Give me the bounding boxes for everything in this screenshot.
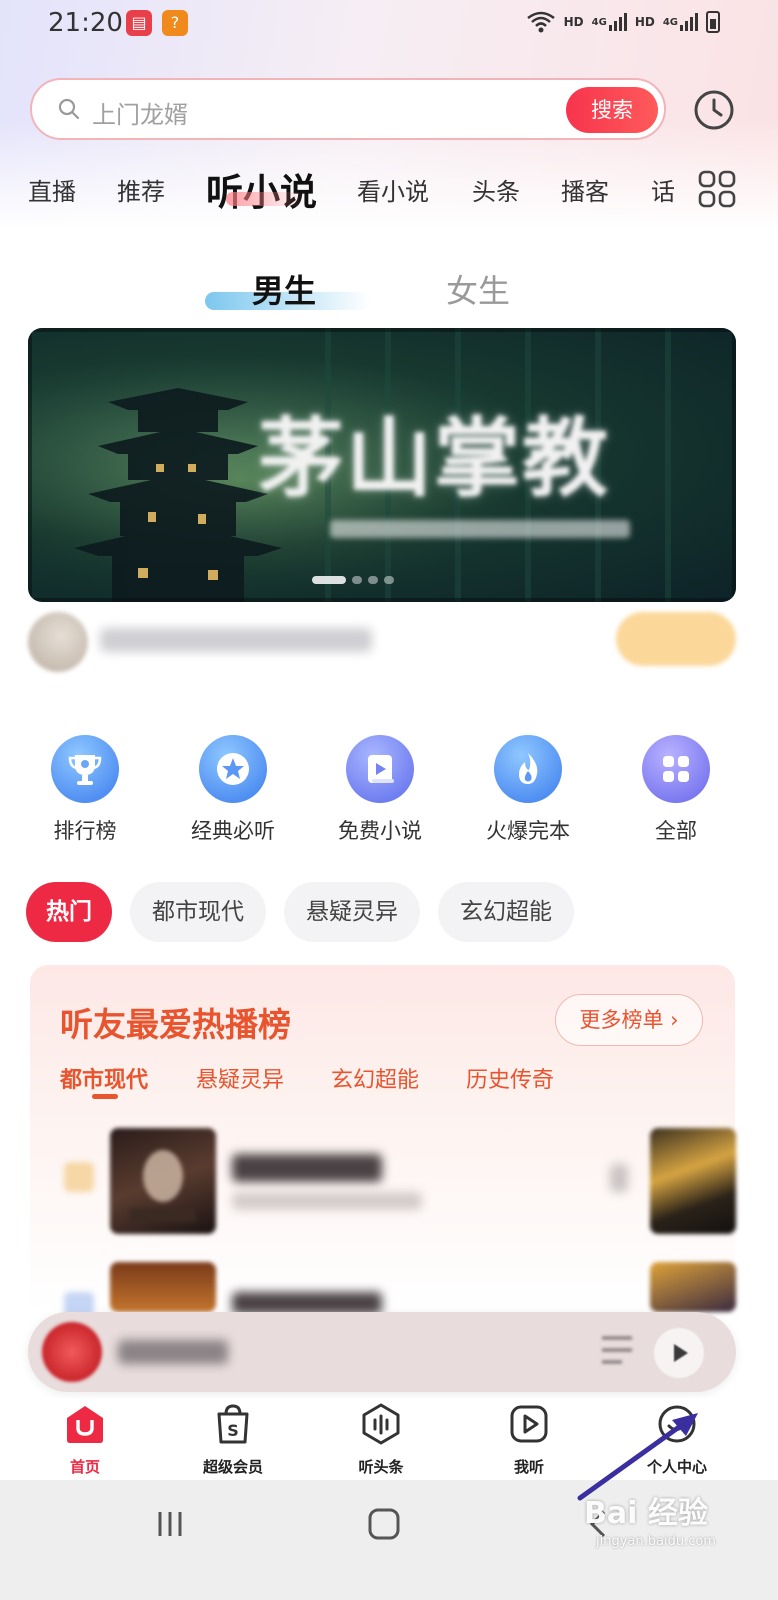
wifi-icon: [526, 11, 555, 33]
watermark-url: jingyan.baidu.com: [596, 1534, 716, 1549]
status-time: 21:20: [48, 8, 123, 38]
play-square-icon: [510, 1405, 548, 1443]
bottom-navigation: 首页 S 超级会员 听头条 我听 个人中心: [0, 1398, 778, 1480]
book-play-count: [610, 1164, 628, 1192]
star-icon: [199, 735, 267, 803]
channel-tabs: 直播 推荐 听小说 看小说 头条 播客 话: [0, 162, 778, 218]
tab-podcast[interactable]: 播客: [561, 172, 609, 207]
category-label: 免费小说: [338, 819, 422, 843]
category-all[interactable]: 全部: [616, 735, 736, 845]
tab-live[interactable]: 直播: [28, 172, 76, 207]
network-label: HD: [563, 15, 584, 29]
bottom-tab-audio-news[interactable]: 听头条: [326, 1402, 436, 1477]
trophy-icon: [51, 735, 119, 803]
bottom-tab-home[interactable]: 首页: [30, 1402, 140, 1477]
home-button-icon[interactable]: [364, 1504, 404, 1544]
banner-subtitle: [330, 520, 630, 538]
play-button[interactable]: [654, 1328, 704, 1378]
tab-female[interactable]: 女生: [446, 266, 510, 312]
category-classic[interactable]: 经典必听: [173, 735, 293, 845]
watermark-logo: Bai 经验: [584, 1496, 708, 1531]
ranking-tab-suspense[interactable]: 悬疑灵异: [196, 1062, 284, 1094]
profile-icon: [658, 1405, 696, 1443]
playlist-icon[interactable]: [598, 1330, 636, 1370]
svg-text:S: S: [227, 1421, 239, 1440]
bottom-tab-label: 听头条: [358, 1458, 404, 1476]
chip-suspense[interactable]: 悬疑灵异: [284, 882, 420, 942]
banner-title: 茅山掌教: [258, 408, 610, 509]
notification-app-icon: ▤: [126, 10, 152, 36]
ranking-title: 听友最爱热播榜: [60, 1005, 291, 1044]
tab-recommend[interactable]: 推荐: [117, 172, 165, 207]
bottom-tab-label: 超级会员: [202, 1458, 263, 1476]
tab-listen-novel[interactable]: 听小说: [206, 162, 317, 216]
search-bar[interactable]: 上门龙婿 搜索: [30, 78, 666, 140]
bottom-tab-label: 个人中心: [646, 1458, 707, 1476]
category-label: 火爆完本: [486, 819, 570, 843]
search-input[interactable]: 上门龙婿: [92, 95, 188, 130]
banner-pagination: [312, 576, 394, 584]
signal-icon: [608, 13, 627, 31]
tab-read-novel[interactable]: 看小说: [357, 172, 429, 207]
chip-fantasy[interactable]: 玄幻超能: [438, 882, 574, 942]
signal-icon: [680, 13, 698, 31]
book-play-icon: [346, 735, 414, 803]
status-bar: 21:20 ▤ ? HD 4G HD 4G: [0, 0, 778, 48]
book-title: [232, 1154, 382, 1182]
network-label: 4G: [591, 16, 607, 28]
search-icon: [58, 98, 80, 120]
more-ranking-button[interactable]: 更多榜单 ›: [555, 994, 703, 1046]
network-label: HD: [634, 15, 655, 29]
chip-hot[interactable]: 热门: [26, 882, 112, 942]
ranking-tab-history[interactable]: 历史传奇: [466, 1062, 554, 1094]
bottom-tab-label: 首页: [69, 1458, 100, 1476]
category-label: 全部: [655, 819, 697, 843]
promo-avatar: [28, 612, 88, 672]
book-desc: [232, 1192, 422, 1210]
player-title: [118, 1340, 228, 1364]
category-label: 经典必听: [191, 819, 275, 843]
flame-icon: [494, 735, 562, 803]
status-indicators: HD 4G HD 4G: [526, 10, 720, 34]
tab-talk[interactable]: 话: [651, 172, 675, 207]
category-free-novel[interactable]: 免费小说: [320, 735, 440, 845]
bottom-tab-label: 我听: [513, 1458, 544, 1476]
grid-icon: [642, 735, 710, 803]
clock-icon[interactable]: [693, 89, 735, 131]
promo-text: [100, 628, 372, 652]
book-cover[interactable]: [650, 1128, 736, 1234]
tab-headlines[interactable]: 头条: [472, 172, 520, 207]
chip-urban[interactable]: 都市现代: [130, 882, 266, 942]
bottom-tab-profile[interactable]: 个人中心: [622, 1402, 732, 1477]
promo-button[interactable]: [616, 612, 736, 666]
notification-app-icon: ?: [162, 10, 188, 36]
battery-icon: [706, 11, 720, 33]
audio-news-icon: [362, 1403, 400, 1445]
rank-badge: [64, 1162, 94, 1192]
network-label: 4G: [662, 16, 678, 28]
channel-grid-icon[interactable]: [698, 170, 736, 208]
vip-bag-icon: S: [217, 1404, 249, 1444]
bottom-tab-my-listen[interactable]: 我听: [474, 1402, 584, 1477]
ranking-tab-urban[interactable]: 都市现代: [60, 1062, 148, 1094]
book-cover[interactable]: [650, 1262, 736, 1312]
book-title: [232, 1292, 382, 1314]
bottom-tab-vip[interactable]: S 超级会员: [178, 1402, 288, 1477]
ranking-tab-fantasy[interactable]: 玄幻超能: [331, 1062, 419, 1094]
search-button[interactable]: 搜索: [566, 87, 658, 133]
category-ranking[interactable]: 排行榜: [25, 735, 145, 845]
player-cover: [42, 1322, 102, 1382]
ranking-tab-indicator: [92, 1094, 118, 1099]
category-label: 排行榜: [53, 819, 117, 843]
book-cover[interactable]: [110, 1128, 216, 1234]
play-icon: [674, 1344, 688, 1362]
book-cover[interactable]: [110, 1262, 216, 1312]
recent-apps-icon[interactable]: [150, 1504, 190, 1544]
category-hot-complete[interactable]: 火爆完本: [468, 735, 588, 845]
tab-male[interactable]: 男生: [252, 266, 316, 312]
active-tab-indicator: [226, 192, 304, 206]
home-icon: [67, 1406, 103, 1443]
